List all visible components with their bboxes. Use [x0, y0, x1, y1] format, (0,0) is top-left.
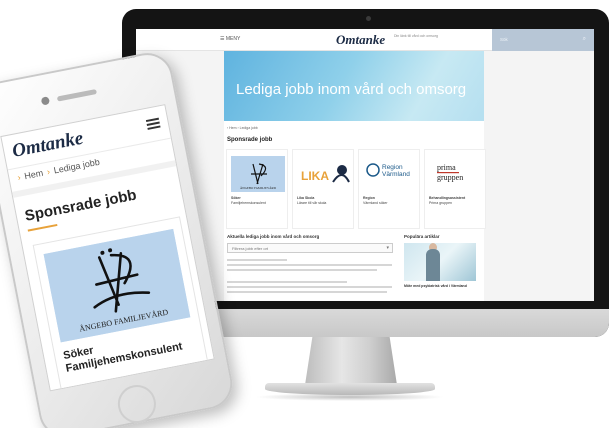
svg-text:Region: Region	[382, 164, 403, 171]
page-content: Lediga jobb inom vård och omsorg › Hem ›…	[224, 51, 486, 301]
site-header: ☰ MENY Omtanke Din länk till vård och om…	[136, 29, 594, 51]
job-list-section: Aktuella lediga jobb inom vård och omsor…	[227, 234, 397, 296]
prima-gruppen-logo: prima gruppen	[429, 156, 483, 192]
filter-select-value: Filtrera jobb efter ort	[232, 246, 269, 251]
chevron-right-icon: ›	[46, 166, 51, 177]
menu-link[interactable]: ☰ MENY	[220, 36, 240, 42]
mobile-job-card[interactable]: ÅNGEBO FAMILJEVÅRD Söker Familjehemskons…	[32, 216, 209, 391]
monitor-camera	[366, 16, 371, 21]
popular-title: Populära artiklar	[404, 234, 440, 239]
title-underline	[27, 223, 58, 232]
phone-camera	[40, 96, 51, 106]
job-card-text: Lika Skola Lärare till vår skola	[297, 196, 327, 205]
search-bar[interactable]: Sök ⌕	[492, 29, 594, 51]
article-link[interactable]: Möte med psykiatrisk vård i Värmland	[404, 284, 480, 289]
sponsored-title: Sponsrade jobb	[227, 137, 273, 143]
svg-text:LIKA: LIKA	[301, 169, 329, 183]
monitor-stand-foot	[265, 383, 435, 395]
region-varmland-logo: Region Värmland	[363, 156, 417, 192]
svg-text:prima: prima	[437, 163, 456, 172]
location-filter-select[interactable]: Filtrera jobb efter ort ▾	[227, 243, 393, 253]
chevron-right-icon: ›	[16, 172, 22, 183]
search-icon[interactable]: ⌕	[583, 36, 586, 43]
lika-logo: LIKA	[297, 156, 351, 192]
job-card-text: Region Värmland söker	[363, 196, 388, 205]
angebo-logo: ÅNGEBO FAMILJEVÅRD	[43, 228, 191, 343]
job-card-lika[interactable]: LIKA Lika Skola Lärare till vår skola	[292, 149, 354, 229]
job-card-text: Söker Familjehemskonsulent	[231, 196, 266, 205]
phone-screen: Omtanke › Hem › Lediga jobb Sponsrade jobb …	[0, 104, 215, 392]
svg-text:gruppen: gruppen	[437, 173, 463, 182]
hero-title: Lediga jobb inom vård och omsorg	[236, 81, 467, 98]
home-button	[114, 381, 160, 427]
job-card-prima[interactable]: prima gruppen Behandlingsassistent Prima …	[424, 149, 486, 229]
search-input[interactable]: Sök	[500, 37, 508, 42]
job-card-angebo[interactable]: ÅNGEBO FAMILJEVÅRD Söker Familjehemskonsu…	[226, 149, 288, 229]
job-list-placeholder	[227, 259, 397, 293]
hero-banner: Lediga jobb inom vård och omsorg	[224, 51, 484, 121]
breadcrumb-home[interactable]: Hem	[23, 168, 44, 181]
svg-text:ÅNGEBO FAMILJEVÅRD: ÅNGEBO FAMILJEVÅRD	[240, 185, 277, 190]
mobile-logo[interactable]: Omtanke	[10, 128, 85, 163]
job-card-region[interactable]: Region Värmland Region Värmland söker	[358, 149, 420, 229]
sponsored-cards: ÅNGEBO FAMILJEVÅRD Söker Familjehemskonsu…	[226, 149, 486, 229]
job-list-title: Aktuella lediga jobb inom vård och omsor…	[227, 234, 320, 239]
job-card-text: Behandlingsassistent Prima gruppen	[429, 196, 466, 205]
chevron-down-icon: ▾	[386, 245, 389, 251]
site-tagline: Din länk till vård och omsorg	[394, 34, 438, 38]
hamburger-menu-icon[interactable]	[145, 117, 161, 132]
phone-speaker	[56, 89, 98, 102]
svg-text:Värmland: Värmland	[382, 171, 410, 178]
article-image[interactable]	[404, 243, 476, 281]
angebo-logo: ÅNGEBO FAMILJEVÅRD	[231, 156, 285, 192]
site-logo[interactable]: Omtanke	[336, 32, 385, 48]
breadcrumb[interactable]: › Hem › Lediga jobb	[227, 126, 258, 130]
popular-articles: Populära artiklar Möte med psykiatrisk v…	[404, 234, 480, 289]
monitor-stand-neck	[305, 337, 397, 385]
